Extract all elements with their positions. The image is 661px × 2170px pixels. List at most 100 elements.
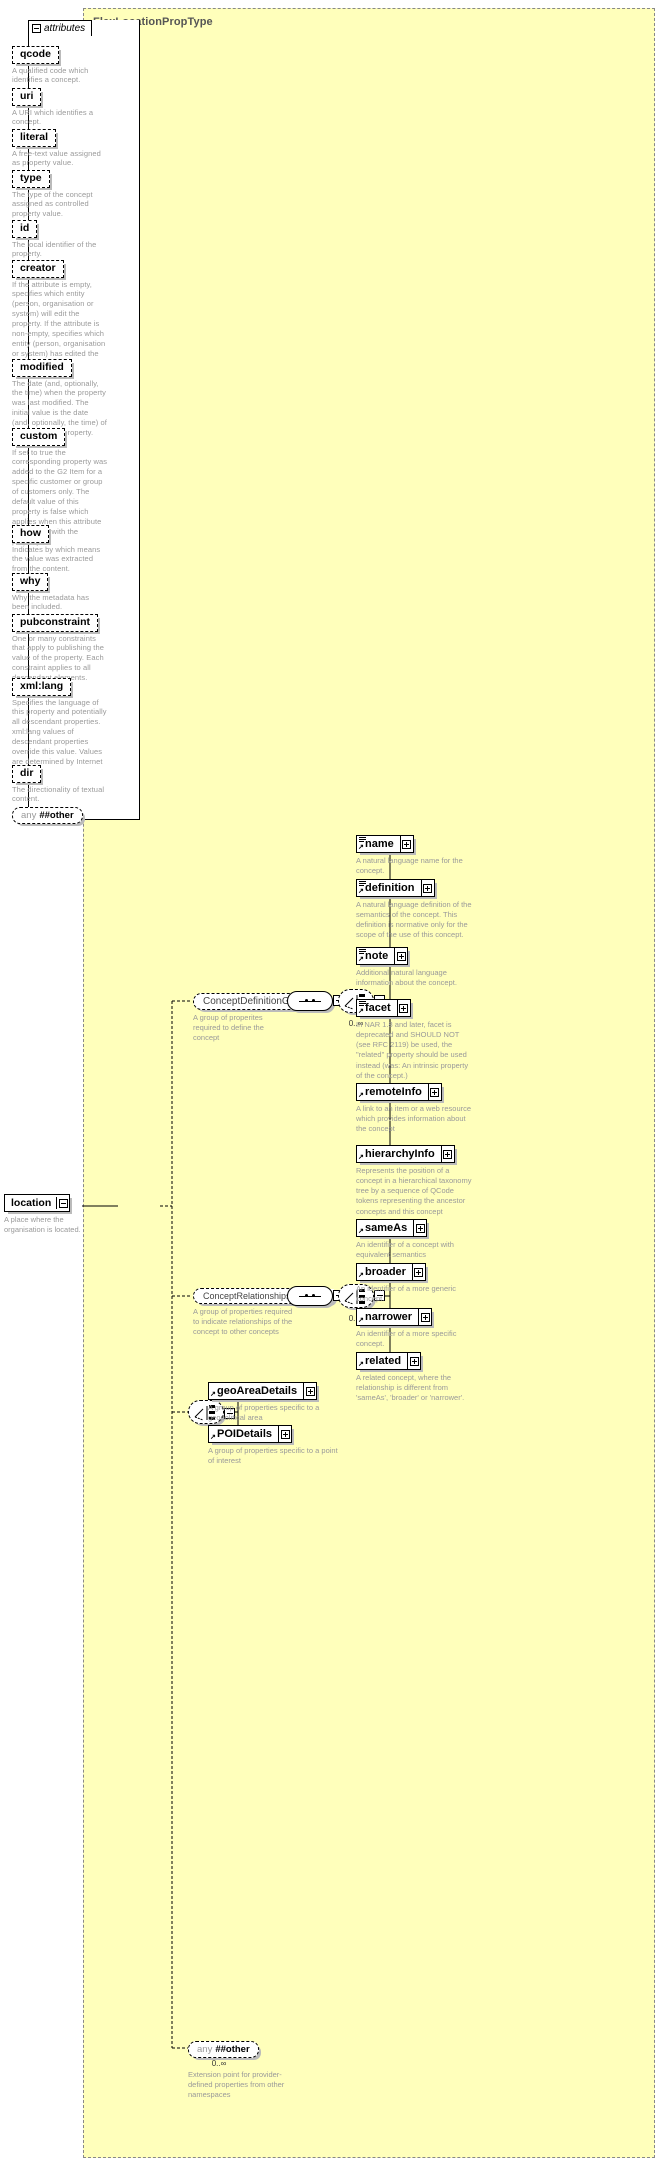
any-other-description: Extension point for provider-defined pro…: [188, 2070, 285, 2100]
attribute-description: The local identifier of the property.: [12, 239, 97, 259]
attribute-qcode[interactable]: qcode A qualified code which identifies …: [12, 44, 108, 85]
plus-square-icon[interactable]: [407, 1353, 420, 1369]
plus-square-icon[interactable]: [399, 836, 413, 852]
attribute-description: A free-text value assigned as property v…: [12, 148, 101, 168]
reference-arrow-icon: ↗: [358, 1272, 364, 1279]
attribute-description: A URI which identifies a concept.: [12, 107, 94, 127]
element-label: sameAs: [365, 1222, 408, 1234]
element-node[interactable]: ↗ facet: [356, 999, 411, 1017]
documentation-icon: [359, 881, 366, 886]
element-hierarchyinfo[interactable]: ↗ hierarchyInfo Represents the position …: [356, 1144, 474, 1217]
attributes-header[interactable]: attributes: [28, 20, 93, 36]
plus-square-icon[interactable]: [303, 1383, 316, 1399]
attribute-id[interactable]: id The local identifier of the property.: [12, 218, 108, 259]
root-element-location[interactable]: location A place where the organisation …: [4, 1193, 84, 1235]
any-keyword: any: [197, 2044, 213, 2055]
plus-square-icon[interactable]: [394, 948, 407, 964]
element-remoteinfo[interactable]: ↗ remoteInfo A link to an item or a web …: [356, 1082, 474, 1134]
attribute-type[interactable]: type The type of the concept assigned as…: [12, 168, 108, 219]
sequence-compositor-definition[interactable]: [287, 991, 333, 1011]
element-node[interactable]: ↗ sameAs: [356, 1219, 428, 1237]
attribute-pubconstraint[interactable]: pubconstraint One or many constraints th…: [12, 612, 108, 683]
location-label: location: [11, 1197, 52, 1209]
attribute-literal[interactable]: literal A free-text value assigned as pr…: [12, 127, 108, 168]
documentation-icon: [359, 949, 366, 954]
element-related[interactable]: ↗ related A related concept, where the r…: [356, 1351, 474, 1403]
attribute-node-name[interactable]: xml:lang: [12, 678, 72, 696]
attribute-node-name[interactable]: type: [12, 170, 50, 188]
attribute-node-name[interactable]: id: [12, 220, 38, 238]
any-keyword: any: [21, 810, 37, 821]
attribute-node-name[interactable]: qcode: [12, 46, 59, 64]
plus-square-icon[interactable]: [420, 880, 434, 896]
attribute-node-name[interactable]: why: [12, 573, 49, 591]
attribute-description: A qualified code which identifies a conc…: [12, 65, 89, 85]
element-label: POIDetails: [217, 1428, 273, 1440]
attribute-node-name[interactable]: literal: [12, 129, 57, 147]
plus-square-icon[interactable]: [396, 1000, 410, 1016]
reference-arrow-icon: ↗: [358, 1008, 364, 1015]
attribute-description: The directionality of textual content.: [12, 784, 105, 804]
documentation-icon: [359, 837, 366, 842]
element-node[interactable]: ↗ definition: [356, 879, 435, 897]
element-label: geoAreaDetails: [217, 1385, 298, 1397]
reference-arrow-icon: ↗: [358, 1228, 364, 1235]
element-node[interactable]: ↗ geoAreaDetails: [208, 1382, 318, 1400]
attributes-label: attributes: [44, 23, 86, 34]
sequence-compositor-relationships[interactable]: [287, 1286, 333, 1306]
element-facet[interactable]: ↗ facet In NAR 1.8 and later, facet is d…: [356, 998, 474, 1081]
element-narrower[interactable]: ↗ narrower An identifier of a more speci…: [356, 1307, 474, 1349]
minus-square-icon[interactable]: [56, 1197, 69, 1209]
attribute-node-name[interactable]: custom: [12, 428, 66, 446]
any-other-node[interactable]: any ##other: [188, 2041, 259, 2058]
element-node[interactable]: ↗ narrower: [356, 1308, 433, 1326]
any-other-extension[interactable]: any ##other 0..∞ Extension point for pro…: [188, 2039, 318, 2100]
element-geoareadetails[interactable]: ↗ geoAreaDetails A group of properties s…: [208, 1381, 338, 1423]
attribute-node-name[interactable]: creator: [12, 260, 64, 278]
attribute-description: The type of the concept assigned as cont…: [12, 189, 93, 219]
attribute-creator[interactable]: creator If the attribute is empty, speci…: [12, 258, 108, 369]
attribute-node-name[interactable]: dir: [12, 765, 42, 783]
element-description: In NAR 1.8 and later, facet is deprecate…: [356, 1020, 469, 1080]
attribute-how[interactable]: how Indicates by which means the value w…: [12, 523, 108, 574]
attribute-xml-lang[interactable]: xml:lang Specifies the language of this …: [12, 676, 108, 777]
element-node[interactable]: ↗ broader: [356, 1263, 426, 1281]
minus-square-icon[interactable]: [32, 24, 41, 33]
element-node[interactable]: ↗ hierarchyInfo: [356, 1145, 455, 1163]
attribute-node-name[interactable]: modified: [12, 359, 72, 377]
plus-square-icon[interactable]: [411, 1264, 425, 1280]
plus-square-icon[interactable]: [427, 1084, 441, 1100]
location-node[interactable]: location: [4, 1194, 71, 1212]
element-definition[interactable]: ↗ definition A natural language definiti…: [356, 878, 474, 941]
element-poidetails[interactable]: ↗ POIDetails A group of properties speci…: [208, 1424, 338, 1466]
attribute-node-name[interactable]: uri: [12, 88, 42, 106]
element-node[interactable]: ↗ remoteInfo: [356, 1083, 442, 1101]
element-description: An identifier of a concept with equivale…: [356, 1240, 454, 1260]
multiplicity-label: 0..∞: [211, 2059, 227, 2068]
element-broader[interactable]: ↗ broader An identifier of a more generi…: [356, 1262, 474, 1304]
plus-square-icon[interactable]: [418, 1309, 431, 1325]
element-name[interactable]: ↗ name A natural language name for the c…: [356, 834, 474, 876]
element-node[interactable]: ↗ POIDetails: [208, 1425, 293, 1443]
attribute-node-name[interactable]: pubconstraint: [12, 614, 98, 632]
plus-square-icon[interactable]: [278, 1426, 291, 1442]
other-namespace-label: ##other: [39, 810, 74, 821]
element-node[interactable]: ↗ name: [356, 835, 414, 853]
attribute-why[interactable]: why Why the metadata has been included.: [12, 571, 108, 612]
plus-square-icon[interactable]: [413, 1220, 426, 1236]
element-node[interactable]: ↗ related: [356, 1352, 422, 1370]
any-other-node[interactable]: any ##other: [12, 807, 83, 824]
attribute-dir[interactable]: dir The directionality of textual conten…: [12, 763, 108, 804]
element-description: A related concept, where the relationshi…: [356, 1373, 465, 1403]
attribute-description: Why the metadata has been included.: [12, 592, 90, 612]
element-node[interactable]: ↗ note: [356, 947, 409, 965]
attribute-node-name[interactable]: how: [12, 525, 49, 543]
element-label: remoteInfo: [365, 1086, 422, 1098]
plus-square-icon[interactable]: [440, 1146, 454, 1162]
element-note[interactable]: ↗ note Additional natural language infor…: [356, 946, 474, 988]
element-description: An identifier of a more generic concept.: [356, 1284, 457, 1304]
element-description: An identifier of a more specific concept…: [356, 1329, 457, 1349]
attribute-any-other[interactable]: any ##other: [12, 805, 108, 824]
attribute-uri[interactable]: uri A URI which identifies a concept.: [12, 86, 108, 127]
element-sameas[interactable]: ↗ sameAs An identifier of a concept with…: [356, 1218, 474, 1260]
